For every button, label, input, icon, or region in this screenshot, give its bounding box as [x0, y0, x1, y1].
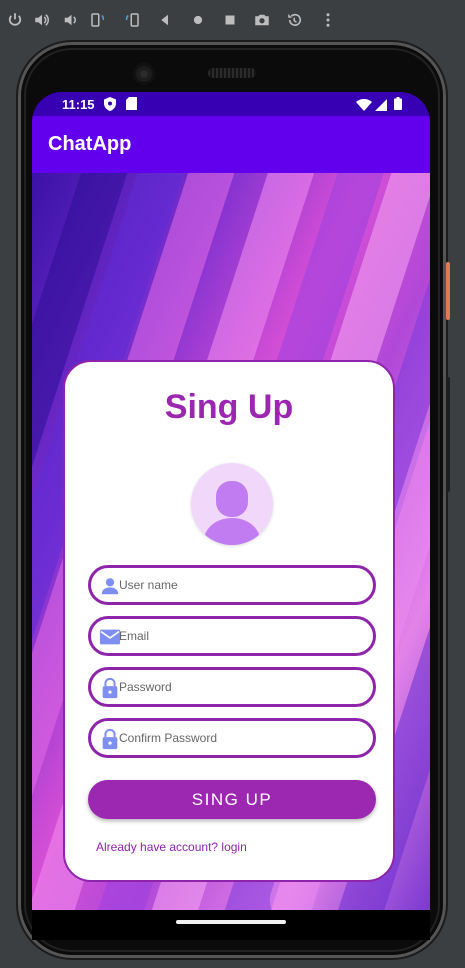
volume-side-button[interactable] — [446, 377, 450, 492]
email-input[interactable] — [119, 624, 364, 648]
device-screen: 11:15 ChatApp Sing Up User name Email SI… — [32, 92, 430, 910]
background-image: Sing Up User name Email SING UP Already … — [32, 173, 430, 910]
password-input[interactable] — [119, 675, 364, 699]
person-icon — [203, 481, 261, 545]
username-field[interactable] — [88, 565, 376, 605]
confirm-password-field[interactable] — [88, 718, 376, 758]
home-gesture-pill[interactable] — [176, 920, 286, 924]
person-icon — [101, 578, 119, 595]
email-icon — [99, 629, 121, 645]
overview-icon[interactable] — [220, 10, 240, 30]
volume-up-icon[interactable] — [32, 10, 52, 30]
more-icon[interactable] — [318, 10, 338, 30]
username-input[interactable] — [119, 573, 364, 597]
login-link[interactable]: Already have account? login — [96, 840, 247, 854]
signup-title: Sing Up — [164, 388, 294, 426]
status-bar: 11:15 — [32, 92, 430, 116]
sd-card-icon — [126, 97, 137, 115]
avatar[interactable] — [191, 463, 273, 545]
navigation-bar — [32, 910, 430, 940]
app-title: ChatApp — [48, 133, 132, 155]
emulator-toolbar — [0, 0, 465, 40]
earpiece-speaker — [208, 68, 256, 78]
power-side-button[interactable] — [446, 262, 450, 320]
back-icon[interactable] — [155, 10, 175, 30]
lock-icon — [102, 677, 118, 699]
rotate-left-icon[interactable] — [88, 10, 108, 30]
front-camera — [133, 63, 155, 85]
shield-icon — [104, 97, 116, 116]
lock-icon — [102, 728, 118, 750]
replay-icon[interactable] — [285, 10, 305, 30]
camera-icon[interactable] — [252, 10, 272, 30]
confirm-password-input[interactable] — [119, 726, 364, 750]
rotate-right-icon[interactable] — [122, 10, 142, 30]
signup-button[interactable]: SING UP — [88, 780, 376, 819]
email-field[interactable] — [88, 616, 376, 656]
password-field[interactable] — [88, 667, 376, 707]
signal-icon — [375, 98, 387, 116]
home-icon[interactable] — [188, 10, 208, 30]
battery-icon — [394, 97, 402, 115]
status-time: 11:15 — [62, 97, 95, 112]
app-bar: ChatApp — [32, 116, 430, 173]
volume-down-icon[interactable] — [60, 10, 80, 30]
power-icon[interactable] — [5, 10, 25, 30]
wifi-icon — [356, 98, 372, 116]
signup-card: Sing Up User name Email SING UP Already … — [63, 360, 395, 882]
